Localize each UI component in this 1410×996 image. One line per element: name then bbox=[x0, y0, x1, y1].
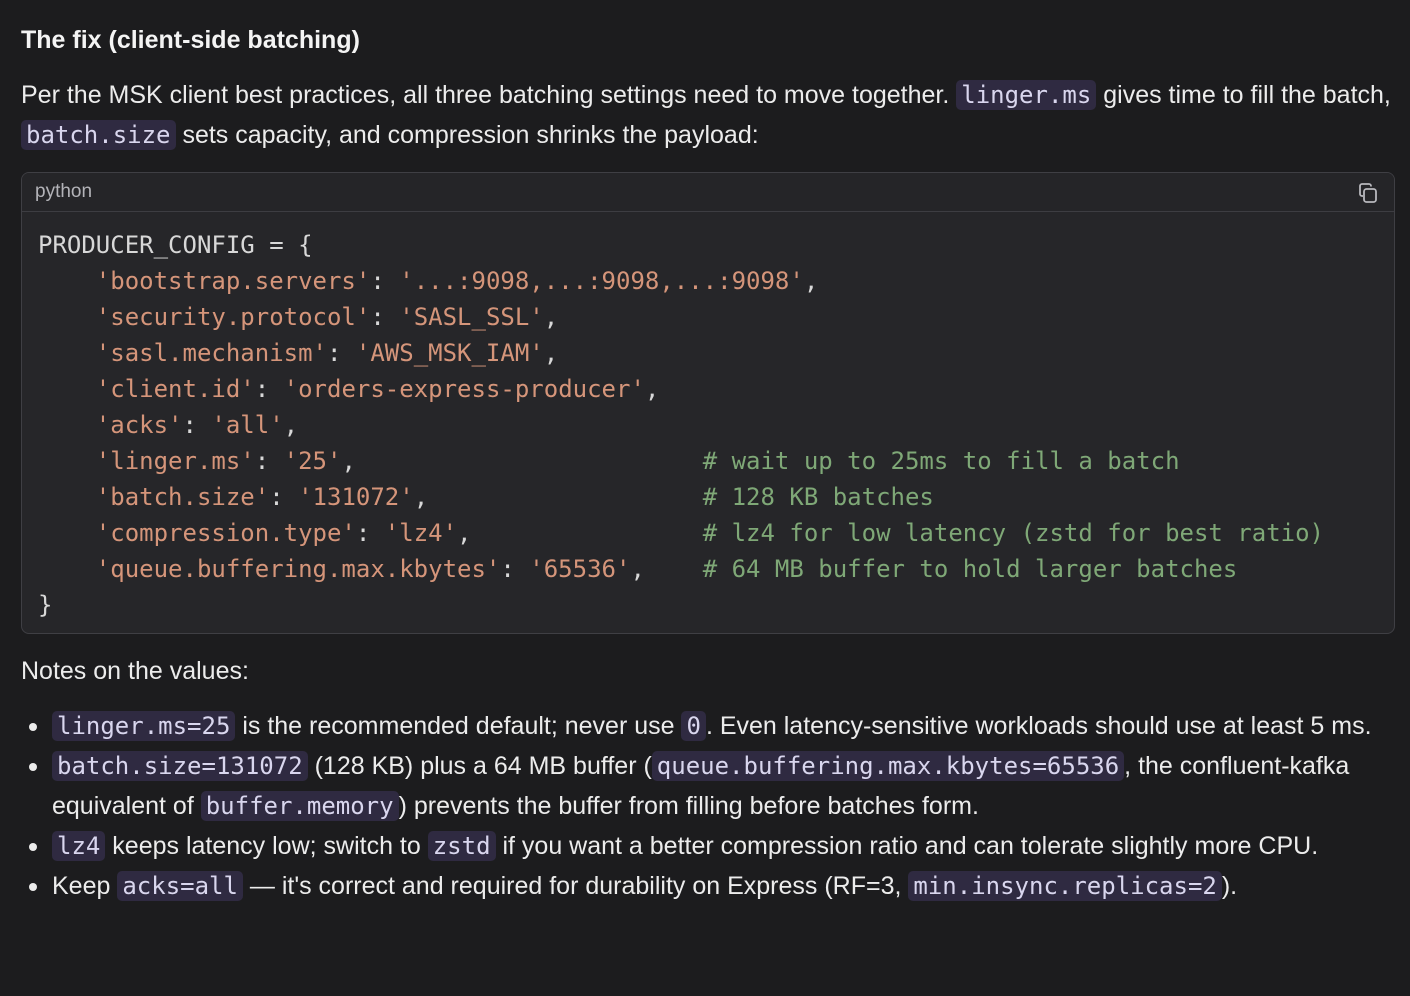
code-line: 'linger.ms': '25', # wait up to 25ms to … bbox=[95, 447, 1180, 475]
list-item: Keep acks=all — it's correct and require… bbox=[29, 866, 1395, 906]
inline-code: linger.ms bbox=[956, 80, 1097, 110]
config-value: 'AWS_MSK_IAM' bbox=[355, 339, 544, 367]
code-line: 'batch.size': '131072', # 128 KB batches bbox=[95, 483, 934, 511]
list-item: batch.size=131072 (128 KB) plus a 64 MB … bbox=[29, 746, 1395, 826]
code-content: PRODUCER_CONFIG = { 'bootstrap.servers':… bbox=[22, 212, 1394, 633]
config-key: 'acks' bbox=[95, 411, 183, 439]
config-value: '65536' bbox=[529, 555, 631, 583]
inline-code: batch.size bbox=[21, 120, 176, 150]
config-key: 'bootstrap.servers' bbox=[95, 267, 371, 295]
note-text: (128 KB) plus a 64 MB buffer ( bbox=[307, 752, 652, 780]
config-key: 'security.protocol' bbox=[95, 303, 371, 331]
inline-code: batch.size=131072 bbox=[52, 751, 308, 781]
list-item: lz4 keeps latency low; switch to zstd if… bbox=[29, 826, 1395, 866]
inline-code: lz4 bbox=[52, 831, 106, 861]
copy-code-button[interactable] bbox=[1356, 181, 1380, 205]
code-line: 'client.id': 'orders-express-producer', bbox=[95, 375, 660, 403]
config-value: '131072' bbox=[298, 483, 414, 511]
note-text: keeps latency low; switch to bbox=[105, 832, 428, 860]
code-close-line: } bbox=[38, 591, 53, 619]
note-text: — it's correct and required for durabili… bbox=[242, 872, 909, 900]
code-line: 'queue.buffering.max.kbytes': '65536', #… bbox=[95, 555, 1238, 583]
code-line: 'compression.type': 'lz4', # lz4 for low… bbox=[95, 519, 1325, 547]
code-comment: # 128 KB batches bbox=[702, 483, 934, 511]
code-block-header: python bbox=[22, 173, 1394, 212]
config-key: 'linger.ms' bbox=[95, 447, 255, 475]
code-block: python PRODUCER_CONFIG = { 'bootstrap.se… bbox=[21, 172, 1395, 634]
config-value: 'lz4' bbox=[384, 519, 458, 547]
intro-text: sets capacity, and compression shrinks t… bbox=[175, 121, 759, 149]
intro-paragraph: Per the MSK client best practices, all t… bbox=[21, 75, 1395, 155]
code-line: 'bootstrap.servers': '...:9098,...:9098,… bbox=[95, 267, 819, 295]
config-key: 'compression.type' bbox=[95, 519, 356, 547]
notes-heading: Notes on the values: bbox=[21, 657, 249, 685]
intro-text: gives time to fill the batch, bbox=[1096, 81, 1391, 109]
inline-code: queue.buffering.max.kbytes=65536 bbox=[651, 751, 1125, 781]
code-language-label: python bbox=[35, 181, 93, 202]
config-value: 'all' bbox=[211, 411, 284, 439]
config-key: 'batch.size' bbox=[95, 483, 270, 511]
note-text: if you want a better compression ratio a… bbox=[495, 832, 1319, 860]
code-line: 'security.protocol': 'SASL_SSL', bbox=[95, 303, 559, 331]
config-key: 'client.id' bbox=[95, 375, 255, 403]
note-text: is the recommended default; never use bbox=[235, 712, 682, 740]
config-value: '...:9098,...:9098,...:9098' bbox=[399, 267, 804, 295]
code-comment: # wait up to 25ms to fill a batch bbox=[702, 447, 1180, 475]
config-value: '25' bbox=[283, 447, 342, 475]
note-text: . Even latency-sensitive workloads shoul… bbox=[705, 712, 1372, 740]
inline-code: buffer.memory bbox=[200, 791, 399, 821]
intro-text: Per the MSK client best practices, all t… bbox=[21, 81, 957, 109]
code-open-line: PRODUCER_CONFIG = { bbox=[38, 231, 313, 259]
code-line: 'sasl.mechanism': 'AWS_MSK_IAM', bbox=[95, 339, 559, 367]
copy-icon bbox=[1359, 183, 1377, 203]
note-text: ). bbox=[1221, 872, 1238, 900]
code-comment: # lz4 for low latency (zstd for best rat… bbox=[702, 519, 1325, 547]
code-line: 'acks': 'all', bbox=[95, 411, 299, 439]
inline-code: min.insync.replicas=2 bbox=[908, 871, 1222, 901]
code-comment: # 64 MB buffer to hold larger batches bbox=[702, 555, 1238, 583]
section-title: The fix (client-side batching) bbox=[21, 26, 360, 54]
inline-code: zstd bbox=[427, 831, 496, 861]
config-value: 'orders-express-producer' bbox=[283, 375, 645, 403]
inline-code: acks=all bbox=[117, 871, 243, 901]
config-key: 'queue.buffering.max.kbytes' bbox=[95, 555, 501, 583]
config-value: 'SASL_SSL' bbox=[399, 303, 544, 331]
notes-list: linger.ms=25 is the recommended default;… bbox=[21, 706, 1395, 906]
note-text: Keep bbox=[52, 872, 118, 900]
config-key: 'sasl.mechanism' bbox=[95, 339, 327, 367]
inline-code: linger.ms=25 bbox=[52, 711, 236, 741]
note-text: ) prevents the buffer from filling befor… bbox=[398, 792, 979, 820]
list-item: linger.ms=25 is the recommended default;… bbox=[29, 706, 1395, 746]
inline-code: 0 bbox=[681, 711, 706, 741]
